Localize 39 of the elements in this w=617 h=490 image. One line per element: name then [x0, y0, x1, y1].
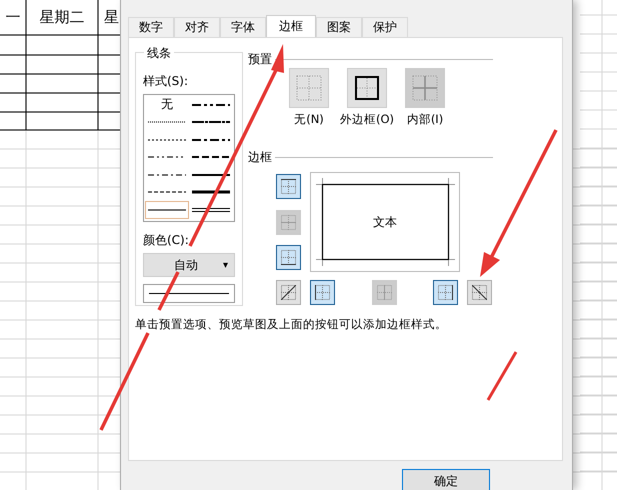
preset-label: 无(N)	[294, 112, 324, 127]
tab[interactable]: 数字	[128, 17, 174, 37]
column-header-cell-text: 星期二	[38, 7, 86, 28]
border-button[interactable]	[467, 280, 492, 305]
hint-text: 单击预置选项、预览草图及上面的按钮可以添加边框样式。	[135, 317, 448, 332]
ok-button[interactable]: 确定	[402, 469, 490, 490]
border-preview[interactable]: 文本	[310, 172, 460, 272]
line-style-icon	[192, 206, 230, 214]
preset-label: 外边框(O)	[340, 112, 394, 127]
column-header-cell-text: 一	[4, 7, 22, 28]
line-style-icon	[192, 188, 230, 196]
border-button[interactable]	[433, 280, 458, 305]
border-button[interactable]	[276, 174, 301, 199]
annotation-line	[486, 351, 518, 401]
section-title: 边框	[248, 148, 272, 166]
preview-text: 文本	[373, 214, 397, 230]
border-preset-icon	[354, 75, 380, 101]
tab[interactable]: 边框	[266, 15, 316, 37]
tab[interactable]: 字体	[220, 17, 266, 37]
column-header-cell-text: 星	[104, 7, 120, 28]
border-button[interactable]	[276, 280, 301, 305]
border-line-icon	[472, 285, 487, 300]
field-label: 颜色(C):	[143, 232, 190, 249]
line-style-option[interactable]: 无	[145, 96, 189, 114]
line-style-option[interactable]	[145, 201, 189, 218]
border-button[interactable]	[310, 280, 335, 305]
border-preset-icon	[296, 75, 322, 101]
section-title: 预置	[248, 50, 272, 68]
line-sample-icon	[149, 292, 229, 295]
tab[interactable]: 对齐	[174, 17, 220, 37]
border-preset-icon	[412, 75, 438, 101]
preset-button[interactable]	[347, 68, 387, 108]
border-button[interactable]	[276, 245, 301, 270]
border-line-icon	[281, 285, 296, 300]
color-dropdown[interactable]: 自动 ▾	[143, 253, 235, 277]
preset-label: 内部(I)	[406, 112, 444, 127]
tab[interactable]: 图案	[316, 17, 362, 37]
tab[interactable]: 保护	[362, 17, 408, 37]
field-label: 样式(S):	[143, 73, 190, 90]
